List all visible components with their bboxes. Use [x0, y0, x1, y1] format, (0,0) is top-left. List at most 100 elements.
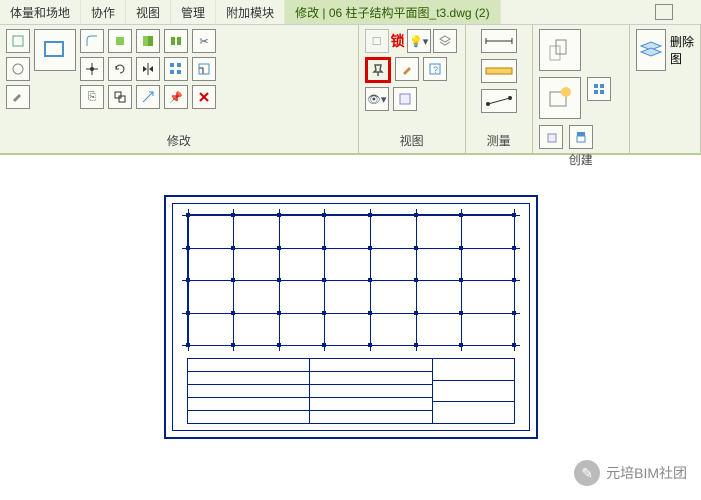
assembly-icon[interactable]: [539, 125, 563, 149]
menu-tabbar: 体量和场地 协作 视图 管理 附加模块 修改 | 06 柱子结构平面图_t3.d…: [0, 0, 701, 25]
join-icon[interactable]: [136, 29, 160, 53]
tab-mass-site[interactable]: 体量和场地: [0, 0, 81, 24]
panel-delete-spacer: [636, 147, 694, 149]
mirror-icon[interactable]: [136, 57, 160, 81]
column-node: [368, 343, 372, 347]
panel-create-label: 创建: [539, 149, 623, 168]
drawing-border: [172, 203, 530, 431]
column-node: [277, 213, 281, 217]
copy-icon[interactable]: ⎘: [80, 85, 104, 109]
column-node: [186, 213, 190, 217]
pin-icon[interactable]: 📌: [164, 85, 188, 109]
panel-create: 创建: [533, 25, 630, 153]
brush-icon[interactable]: [395, 57, 419, 81]
column-node: [277, 311, 281, 315]
column-node: [186, 246, 190, 250]
split-icon[interactable]: ✂: [192, 29, 216, 53]
column-node: [231, 311, 235, 315]
array-icon[interactable]: [164, 57, 188, 81]
cut-profile-icon[interactable]: [34, 29, 76, 71]
column-node: [322, 311, 326, 315]
column-node: [277, 278, 281, 282]
drawing-canvas[interactable]: [0, 155, 701, 439]
component-icon[interactable]: [569, 125, 593, 149]
delete-icon[interactable]: [192, 85, 216, 109]
load-family-icon[interactable]: [539, 77, 581, 119]
watermark-text: 元培BIM社团: [606, 463, 687, 483]
column-node: [231, 246, 235, 250]
tab-addins[interactable]: 附加模块: [216, 0, 285, 24]
watermark-logo-icon: ✎: [574, 460, 600, 486]
column-node: [322, 278, 326, 282]
column-node: [414, 213, 418, 217]
tab-collaborate[interactable]: 协作: [81, 0, 126, 24]
hammer-icon[interactable]: [6, 85, 30, 109]
move-icon[interactable]: [80, 57, 104, 81]
column-node: [512, 246, 516, 250]
rotate-icon[interactable]: [108, 57, 132, 81]
hide-icon[interactable]: ☐: [365, 29, 389, 53]
tab-manage[interactable]: 管理: [171, 0, 216, 24]
column-node: [459, 343, 463, 347]
trim-icon[interactable]: [136, 85, 160, 109]
paste-icon[interactable]: [6, 29, 30, 53]
column-grid: [187, 214, 515, 346]
column-node: [459, 246, 463, 250]
column-node: [322, 246, 326, 250]
group-icon[interactable]: [587, 77, 611, 101]
column-node: [368, 246, 372, 250]
cut-icon[interactable]: [108, 29, 132, 53]
column-node: [414, 278, 418, 282]
tab-view[interactable]: 视图: [126, 0, 171, 24]
lock-label: 锁: [391, 31, 405, 51]
column-node: [368, 311, 372, 315]
column-node: [322, 343, 326, 347]
panel-modify: ⎘ ✂ 📌 修改: [0, 25, 359, 153]
lightbulb-icon[interactable]: 💡▾: [407, 29, 431, 53]
align-icon[interactable]: [164, 29, 188, 53]
overflow-icon[interactable]: [655, 4, 673, 20]
column-node: [186, 343, 190, 347]
scale-icon[interactable]: [192, 57, 216, 81]
layers-icon[interactable]: [433, 29, 457, 53]
svg-text:?: ?: [433, 65, 438, 75]
column-node: [459, 213, 463, 217]
column-node: [414, 311, 418, 315]
watermark: ✎ 元培BIM社团: [574, 460, 687, 486]
column-node: [512, 213, 516, 217]
ruler-icon[interactable]: [481, 59, 517, 83]
column-node: [186, 311, 190, 315]
column-node: [459, 278, 463, 282]
offset-icon[interactable]: [108, 85, 132, 109]
create-similar-icon[interactable]: [539, 29, 581, 71]
panel-modify-label: 修改: [6, 130, 352, 149]
delete-layers-icon[interactable]: [636, 29, 666, 71]
column-node: [368, 213, 372, 217]
panel-measure: 测量: [466, 25, 533, 153]
delete-label: 删除图: [670, 33, 694, 67]
column-node: [459, 311, 463, 315]
column-node: [186, 278, 190, 282]
column-node: [368, 278, 372, 282]
panel-view-label: 视图: [365, 130, 459, 149]
ribbon: ⎘ ✂ 📌 修改: [0, 25, 701, 155]
column-node: [414, 343, 418, 347]
tab-modify-active[interactable]: 修改 | 06 柱子结构平面图_t3.dwg (2): [285, 0, 501, 24]
column-node: [512, 311, 516, 315]
column-node: [277, 246, 281, 250]
column-node: [231, 278, 235, 282]
column-node: [231, 213, 235, 217]
cope-icon[interactable]: [80, 29, 104, 53]
title-block: [187, 358, 515, 424]
pin-highlighted[interactable]: [365, 57, 391, 83]
column-node: [231, 343, 235, 347]
visibility-icon[interactable]: 👁▾: [365, 87, 389, 111]
panel-view: ☐ 锁 💡▾ ? 👁▾ 视图: [359, 25, 466, 153]
query-icon[interactable]: ?: [423, 57, 447, 81]
measure-icon[interactable]: [481, 89, 517, 113]
column-node: [512, 343, 516, 347]
graphics-icon[interactable]: [393, 87, 417, 111]
match-icon[interactable]: [6, 57, 30, 81]
column-node: [414, 246, 418, 250]
dimension-icon[interactable]: [481, 29, 517, 53]
